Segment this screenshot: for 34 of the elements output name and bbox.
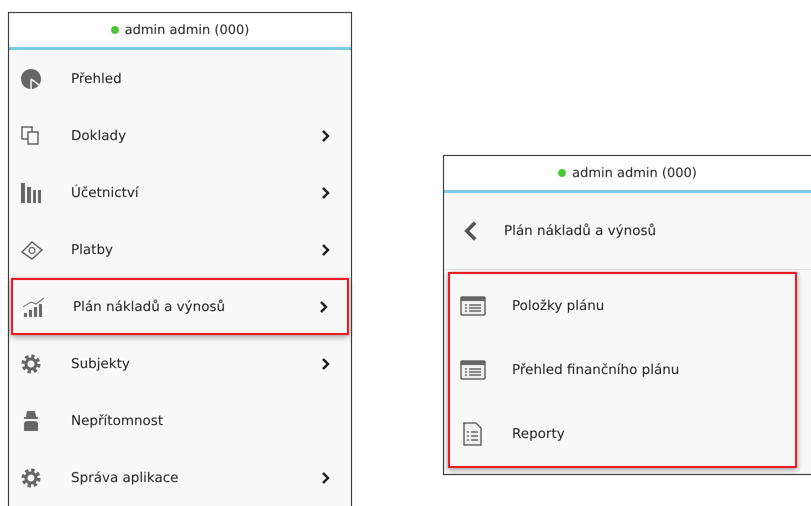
menu-item-label: Plán nákladů a výnosů	[73, 298, 226, 314]
menu-item[interactable]: Nepřítomnost	[9, 392, 351, 449]
menu-item-label: Účetnictví	[71, 184, 140, 200]
menu-item-label: Přehled finančního plánu	[512, 362, 680, 378]
submenu-item[interactable]: Reporty	[450, 402, 795, 466]
menu-item[interactable]: Správa aplikace	[9, 449, 351, 506]
chevron-right-icon	[321, 186, 331, 200]
chevron-right-icon	[321, 356, 331, 370]
menu-item-label: Položky plánu	[512, 298, 606, 314]
submenu-item[interactable]: Položky plánu	[450, 274, 795, 338]
list-icon	[460, 358, 486, 382]
menu-item[interactable]: Účetnictví	[9, 164, 351, 221]
menu-item[interactable]: Platby	[9, 221, 351, 278]
submenu-title: Plán nákladů a výnosů	[504, 223, 658, 239]
menu-item-label: Doklady	[71, 128, 128, 144]
chevron-right-icon	[321, 128, 331, 142]
chevron-right-icon	[319, 300, 329, 314]
menu-item[interactable]: Přehled	[9, 50, 351, 107]
menu-item[interactable]: Plán nákladů a výnosů	[11, 278, 349, 335]
menu-item[interactable]: Doklady	[9, 107, 351, 164]
menu-item-label: Přehled	[71, 70, 123, 86]
submenu-item[interactable]: Přehled finančního plánu	[450, 338, 795, 402]
menu-item-label: Reporty	[512, 426, 566, 442]
menu-item-label: Platby	[71, 242, 114, 258]
user-name: admin admin (000)	[124, 22, 250, 38]
menu-item[interactable]: Subjekty	[9, 335, 351, 392]
chevron-right-icon	[321, 470, 331, 484]
user-name: admin admin (000)	[572, 166, 697, 180]
chevron-right-icon	[321, 242, 331, 256]
menu-item-label: Subjekty	[71, 356, 131, 372]
list-icon	[460, 294, 486, 318]
menu-item-label: Nepřítomnost	[71, 412, 164, 428]
menu-item-label: Správa aplikace	[71, 470, 180, 486]
growth-chart-icon	[21, 294, 47, 318]
